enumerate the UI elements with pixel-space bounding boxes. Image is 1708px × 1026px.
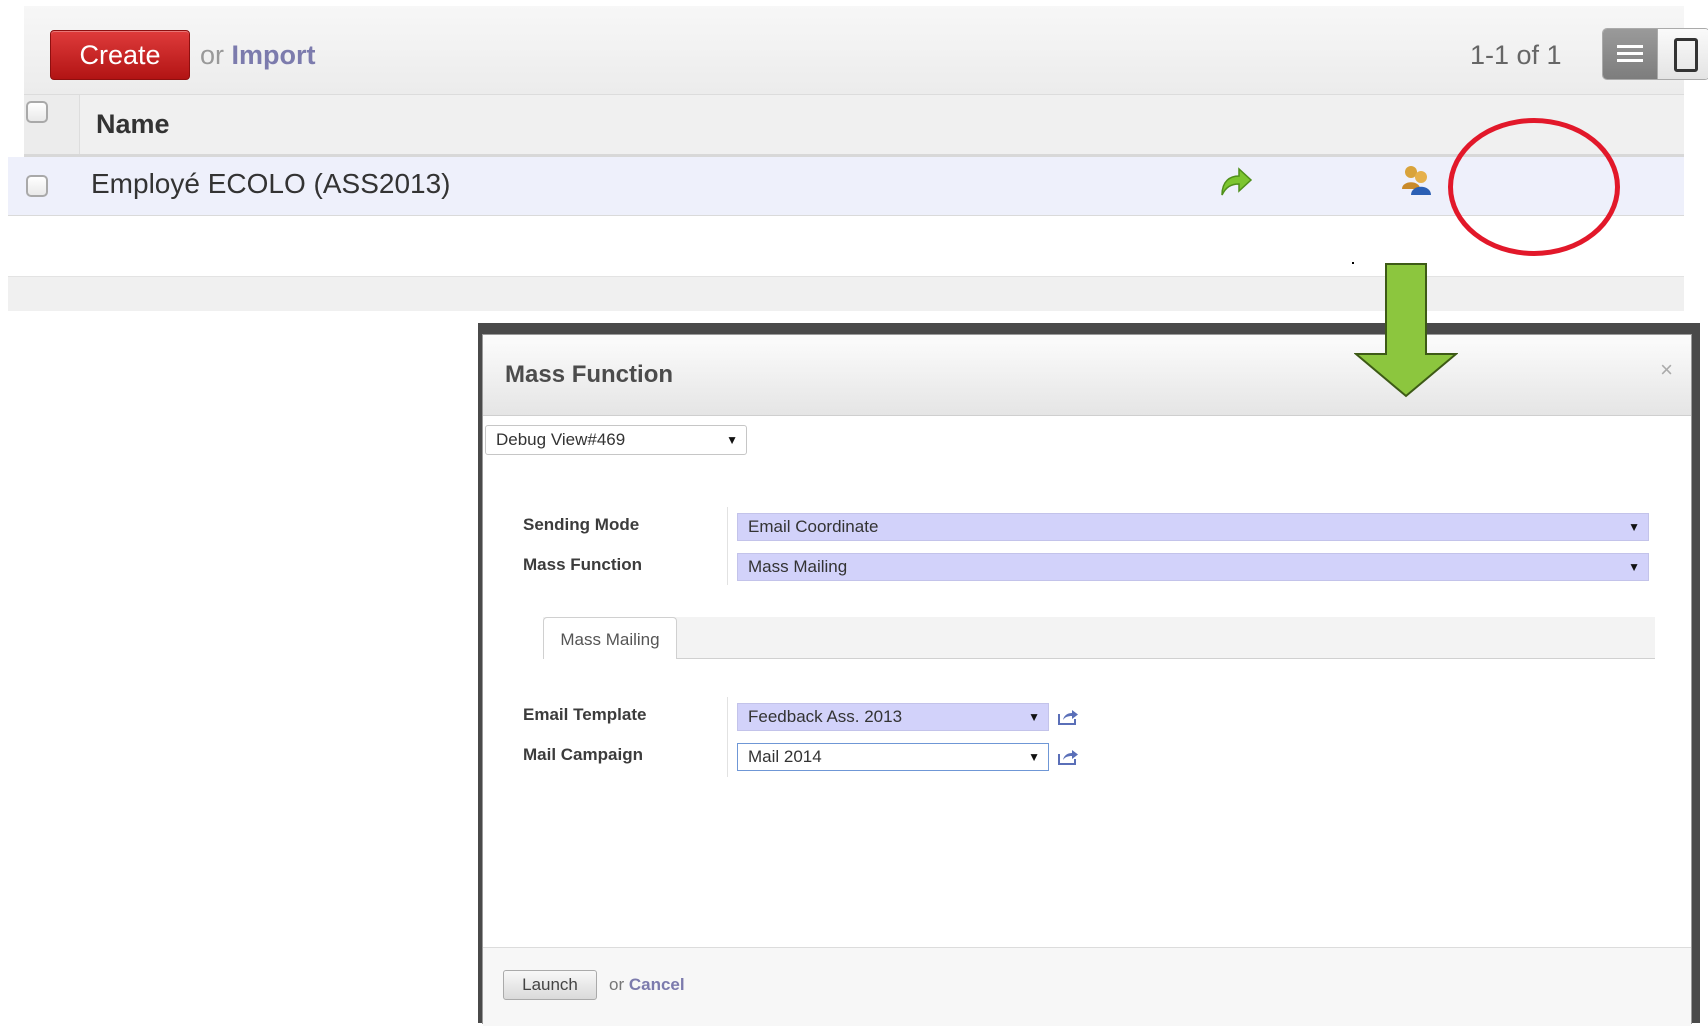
- launch-button[interactable]: Launch: [503, 970, 597, 1000]
- email-template-label: Email Template: [523, 705, 647, 724]
- green-forward-arrow-icon[interactable]: [1218, 165, 1254, 199]
- import-link[interactable]: Import: [232, 40, 316, 70]
- email-template-select[interactable]: Feedback Ass. 2013 ▼: [737, 703, 1049, 731]
- chevron-down-icon: ▼: [1028, 750, 1040, 764]
- mass-function-users-icon[interactable]: [1400, 163, 1434, 197]
- mass-function-select[interactable]: Mass Mailing ▼: [737, 553, 1649, 581]
- mail-campaign-input[interactable]: Mail 2014 ▼: [737, 743, 1049, 771]
- email-template-value: Feedback Ass. 2013: [748, 707, 903, 726]
- external-link-icon[interactable]: [1057, 708, 1079, 726]
- pager-text: 1-1 of 1: [1470, 40, 1562, 70]
- sending-mode-label: Sending Mode: [523, 515, 640, 534]
- sending-mode-value: Email Coordinate: [748, 517, 879, 536]
- row-checkbox[interactable]: [26, 175, 48, 197]
- dialog-header: Mass Function ×: [483, 335, 1691, 416]
- dialog-footer: Launch or Cancel: [483, 947, 1691, 1026]
- select-all-cell: [24, 95, 80, 154]
- cancel-link[interactable]: Cancel: [629, 975, 685, 994]
- mass-function-dialog: Mass Function × Debug View#469 ▼ Sending…: [482, 334, 1692, 1026]
- mail-campaign-value: Mail 2014: [748, 747, 822, 766]
- form-view-icon[interactable]: [1657, 29, 1708, 79]
- or-text: or: [609, 975, 625, 994]
- or-text: or: [200, 40, 225, 70]
- sending-mode-select[interactable]: Email Coordinate ▼: [737, 513, 1649, 541]
- highlight-circle: [1448, 118, 1620, 256]
- create-button[interactable]: Create: [50, 30, 190, 80]
- chevron-down-icon: ▼: [1028, 710, 1040, 724]
- list-header: Name: [24, 95, 1684, 157]
- column-header-name[interactable]: Name: [96, 109, 170, 140]
- list-view-icon[interactable]: [1603, 29, 1657, 79]
- green-down-arrow-icon: [1354, 263, 1458, 398]
- row-name[interactable]: Employé ECOLO (ASS2013): [91, 168, 451, 200]
- table-row[interactable]: Employé ECOLO (ASS2013): [8, 157, 1684, 216]
- or-import: or Import: [200, 40, 316, 71]
- view-switcher: [1602, 28, 1708, 80]
- chevron-down-icon: ▼: [1628, 560, 1640, 574]
- tab-mass-mailing[interactable]: Mass Mailing: [543, 617, 677, 659]
- mass-function-value: Mass Mailing: [748, 557, 848, 576]
- external-link-icon[interactable]: [1057, 748, 1079, 766]
- select-all-checkbox[interactable]: [26, 101, 48, 123]
- notebook-tabs: Mass Mailing: [543, 617, 1655, 659]
- field-separator: [727, 697, 728, 777]
- mass-function-label: Mass Function: [523, 555, 643, 574]
- debug-view-select[interactable]: Debug View#469 ▼: [485, 425, 747, 455]
- field-separator: [727, 507, 728, 585]
- chevron-down-icon: ▼: [1628, 520, 1640, 534]
- dialog-title: Mass Function: [505, 361, 674, 388]
- mail-campaign-label: Mail Campaign: [523, 745, 643, 764]
- chevron-down-icon: ▼: [726, 433, 738, 447]
- close-icon[interactable]: ×: [1660, 357, 1673, 383]
- or-cancel: or Cancel: [609, 975, 685, 995]
- debug-view-value: Debug View#469: [496, 430, 626, 449]
- list-toolbar: Create or Import 1-1 of 1: [24, 6, 1708, 95]
